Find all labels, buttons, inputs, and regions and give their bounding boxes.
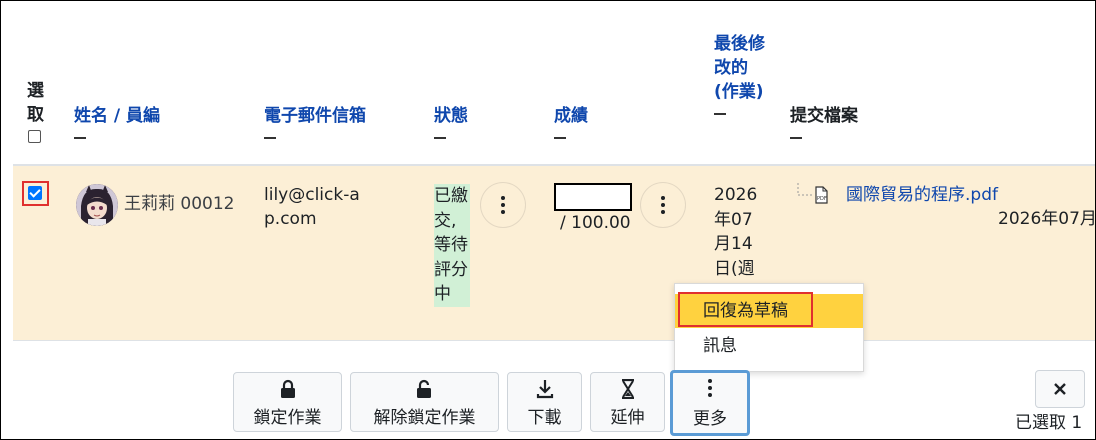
download-button[interactable]: 下載 bbox=[507, 372, 582, 432]
row-divider bbox=[13, 340, 1095, 341]
kebab-icon bbox=[673, 379, 747, 399]
submission-file-link[interactable]: 國際貿易的程序.pdf bbox=[846, 183, 998, 207]
sort-indicator bbox=[264, 137, 276, 139]
row-select-checkbox[interactable] bbox=[28, 186, 42, 200]
column-header-select: 選取 bbox=[27, 79, 47, 143]
avatar[interactable] bbox=[76, 184, 118, 226]
download-icon bbox=[508, 379, 581, 399]
unlock-icon bbox=[351, 379, 498, 399]
status-badge: 已繳交,等待評分中 bbox=[434, 184, 470, 307]
more-label: 更多 bbox=[693, 409, 727, 429]
grading-table-panel: 選取 姓名 / 員編 電子郵件信箱 狀態 成績 最後修改的(作業) 提交檔案 王… bbox=[0, 0, 1096, 440]
select-header-label: 選取 bbox=[27, 81, 44, 125]
sort-indicator bbox=[434, 137, 446, 139]
modified-header-label[interactable]: 最後修改的(作業) bbox=[714, 32, 766, 104]
selected-count: 已選取 1 bbox=[1015, 413, 1083, 433]
column-header-name[interactable]: 姓名 / 員編 bbox=[74, 104, 160, 139]
grade-actions-button[interactable] bbox=[641, 183, 685, 227]
extend-button[interactable]: 延伸 bbox=[590, 372, 665, 432]
column-header-email[interactable]: 電子郵件信箱 bbox=[264, 104, 366, 139]
column-header-files: 提交檔案 bbox=[790, 104, 858, 139]
menu-item-label: 訊息 bbox=[703, 336, 737, 356]
select-all-checkbox[interactable] bbox=[28, 130, 41, 143]
file-date: 2026年07月 bbox=[998, 209, 1096, 229]
name-header-label[interactable]: 姓名 / 員編 bbox=[74, 104, 160, 128]
grade-max-label: / 100.00 bbox=[560, 213, 631, 233]
more-actions-button[interactable]: 更多 bbox=[670, 370, 750, 436]
extend-label: 延伸 bbox=[610, 408, 645, 428]
close-icon bbox=[1054, 383, 1066, 395]
menu-item-message[interactable]: 訊息 bbox=[675, 329, 863, 363]
sort-indicator bbox=[714, 113, 726, 115]
lock-label: 鎖定作業 bbox=[253, 408, 322, 428]
hourglass-icon bbox=[591, 379, 664, 399]
student-name[interactable]: 王莉莉 00012 bbox=[124, 192, 234, 216]
column-header-grade[interactable]: 成績 bbox=[554, 104, 588, 139]
lock-icon bbox=[234, 379, 341, 399]
sort-indicator bbox=[554, 137, 566, 139]
email-header-label[interactable]: 電子郵件信箱 bbox=[264, 104, 366, 128]
last-modified: 2026年07月14日(週 bbox=[714, 185, 758, 279]
grade-input[interactable] bbox=[554, 183, 632, 211]
files-header-label: 提交檔案 bbox=[790, 106, 858, 126]
unlock-submissions-button[interactable]: 解除鎖定作業 bbox=[350, 372, 499, 432]
svg-text:PDF: PDF bbox=[817, 196, 827, 202]
student-email: lily@click-ap.com bbox=[264, 185, 360, 229]
column-header-modified[interactable]: 最後修改的(作業) bbox=[714, 32, 766, 115]
grade-header-label[interactable]: 成績 bbox=[554, 104, 588, 128]
status-actions-button[interactable] bbox=[481, 183, 525, 227]
status-header-label[interactable]: 狀態 bbox=[434, 104, 468, 128]
menu-item-focus-outline bbox=[678, 292, 813, 327]
file-tree-connector-icon: PDF bbox=[797, 183, 828, 204]
sort-indicator bbox=[790, 137, 802, 139]
kebab-icon bbox=[661, 196, 665, 214]
download-label: 下載 bbox=[527, 408, 562, 428]
close-bulk-actions-button[interactable] bbox=[1035, 370, 1085, 408]
column-header-status[interactable]: 狀態 bbox=[434, 104, 468, 139]
sort-indicator bbox=[74, 137, 86, 139]
lock-submissions-button[interactable]: 鎖定作業 bbox=[233, 372, 342, 432]
unlock-label: 解除鎖定作業 bbox=[373, 408, 476, 428]
kebab-icon bbox=[501, 196, 505, 214]
avatar-image bbox=[76, 184, 118, 226]
